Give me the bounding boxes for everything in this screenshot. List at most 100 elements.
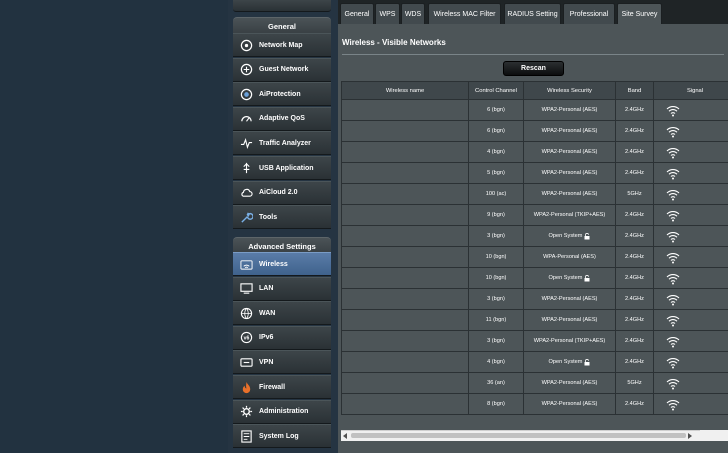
cell-band: 2.4GHz xyxy=(615,204,654,226)
cell-band-text: 2.4GHz xyxy=(625,170,644,176)
table-row[interactable]: 3 (bgn) WPA2-Personal (TKIP+AES) 2.4GHz xyxy=(341,330,728,352)
horizontal-scrollbar[interactable] xyxy=(341,430,728,441)
table-row[interactable]: 8 (bgn) WPA2-Personal (AES) 2.4GHz xyxy=(341,393,728,415)
cell-wireless-name xyxy=(341,330,469,352)
usb-icon xyxy=(239,161,253,175)
tab-wds[interactable]: WDS xyxy=(401,3,425,24)
sidebar-item-system-log[interactable]: System Log xyxy=(233,424,331,449)
sidebar-item-wireless[interactable]: Wireless xyxy=(233,252,331,276)
networks-table-container[interactable]: Wireless name Control Channel Wireless S… xyxy=(341,81,728,432)
table-row[interactable]: 3 (bgn) Open System 2.4GHz xyxy=(341,225,728,247)
cell-wireless-name xyxy=(341,246,469,268)
sidebar-item-adaptive-qos[interactable]: Adaptive QoS xyxy=(233,106,331,131)
cell-wireless-name xyxy=(341,351,469,373)
sidebar: General Network Map Guest Network AiProtec… xyxy=(233,0,331,453)
table-row[interactable]: 100 (ac) WPA2-Personal (AES) 5GHz xyxy=(341,183,728,205)
sidebar-item-label: System Log xyxy=(259,432,299,440)
table-row[interactable]: 5 (bgn) WPA2-Personal (AES) 2.4GHz xyxy=(341,162,728,184)
sidebar-item-label: Network Map xyxy=(259,41,303,49)
sidebar-item-network-map[interactable]: Network Map xyxy=(233,33,331,57)
cell-wireless-security: Open System xyxy=(523,225,616,247)
cell-signal xyxy=(653,225,728,247)
sidebar-item-vpn[interactable]: VPN xyxy=(233,350,331,375)
tools-icon xyxy=(239,210,253,224)
cell-wireless-security: WPA2-Personal (AES) xyxy=(523,162,616,184)
header-band[interactable]: Band xyxy=(615,81,654,100)
table-row[interactable]: 10 (bgn) Open System 2.4GHz xyxy=(341,267,728,289)
table-row[interactable]: 36 (an) WPA2-Personal (AES) 5GHz xyxy=(341,372,728,394)
tab-radius-setting[interactable]: RADIUS Setting xyxy=(504,3,561,24)
cell-band: 2.4GHz xyxy=(615,99,654,121)
cell-signal xyxy=(653,141,728,163)
cell-wireless-security-text: WPA2-Personal (AES) xyxy=(541,191,598,197)
header-wireless-security[interactable]: Wireless Security xyxy=(523,81,616,100)
table-row[interactable]: 3 (bgn) WPA2-Personal (AES) 2.4GHz xyxy=(341,288,728,310)
sidebar-top-button[interactable] xyxy=(233,0,331,12)
cell-wireless-security: WPA2-Personal (AES) xyxy=(523,141,616,163)
table-row[interactable]: 4 (bgn) Open System 2.4GHz xyxy=(341,351,728,373)
signal-strength-icon xyxy=(666,210,680,221)
table-row[interactable]: 11 (bgn) WPA2-Personal (AES) 2.4GHz xyxy=(341,309,728,331)
tab-wps[interactable]: WPS xyxy=(375,3,400,24)
cell-wireless-security-text: WPA2-Personal (AES) xyxy=(541,128,598,134)
scrollbar-thumb[interactable] xyxy=(351,433,686,438)
cell-control-channel: 11 (bgn) xyxy=(468,309,524,331)
tab-professional[interactable]: Professional xyxy=(563,3,615,24)
cell-wireless-security: WPA2-Personal (AES) xyxy=(523,309,616,331)
sidebar-item-firewall[interactable]: Firewall xyxy=(233,375,331,399)
header-wireless-name[interactable]: Wireless name xyxy=(341,81,469,100)
ipv6-icon: v6 xyxy=(239,331,253,345)
cell-control-channel: 100 (ac) xyxy=(468,183,524,205)
cell-signal xyxy=(653,120,728,142)
cell-control-channel-text: 5 (bgn) xyxy=(487,170,505,176)
sidebar-item-aiprotection[interactable]: AiProtection xyxy=(233,82,331,107)
cell-wireless-security-text: WPA2-Personal (AES) xyxy=(541,401,598,407)
table-row[interactable]: 10 (bgn) WPA-Personal (AES) 2.4GHz xyxy=(341,246,728,268)
tab-wireless-mac-filter[interactable]: Wireless MAC Filter xyxy=(428,3,501,24)
sidebar-item-administration[interactable]: Administration xyxy=(233,399,331,424)
scroll-right-icon[interactable] xyxy=(688,433,692,439)
cell-band-text: 2.4GHz xyxy=(625,338,644,344)
tab-general[interactable]: General xyxy=(340,3,374,24)
sidebar-item-guest-network[interactable]: Guest Network xyxy=(233,57,331,82)
cell-signal xyxy=(653,267,728,289)
cell-wireless-security: WPA2-Personal (TKIP+AES) xyxy=(523,204,616,226)
table-row[interactable]: 4 (bgn) WPA2-Personal (AES) 2.4GHz xyxy=(341,141,728,163)
cell-wireless-name xyxy=(341,393,469,415)
content-area: Wireless - Visible Networks Rescan Wirel… xyxy=(338,24,728,453)
table-row[interactable]: 6 (bgn) WPA2-Personal (AES) 2.4GHz xyxy=(341,99,728,121)
header-control-channel[interactable]: Control Channel xyxy=(468,81,524,100)
header-signal[interactable]: Signal xyxy=(653,81,728,100)
cell-control-channel-text: 8 (bgn) xyxy=(487,401,505,407)
scroll-left-icon[interactable] xyxy=(343,433,347,439)
sidebar-item-ipv6[interactable]: v6 IPv6 xyxy=(233,325,331,350)
cell-wireless-name xyxy=(341,288,469,310)
adaptive-qos-icon xyxy=(239,112,253,126)
wan-icon xyxy=(239,306,253,320)
cell-signal xyxy=(653,351,728,373)
sidebar-item-usb-application[interactable]: USB Application xyxy=(233,156,331,180)
main-panel: General WPS WDS Wireless MAC Filter RADIUS S… xyxy=(338,0,728,453)
signal-strength-icon xyxy=(666,315,680,326)
cell-control-channel-text: 3 (bgn) xyxy=(487,296,505,302)
sidebar-item-lan[interactable]: LAN xyxy=(233,276,331,301)
page-title: Wireless - Visible Networks xyxy=(342,38,446,47)
cell-signal xyxy=(653,99,728,121)
sidebar-item-aicloud-2-0[interactable]: AiCloud 2.0 xyxy=(233,180,331,205)
cell-control-channel: 6 (bgn) xyxy=(468,99,524,121)
rescan-button[interactable]: Rescan xyxy=(503,61,564,76)
network-map-icon xyxy=(239,38,253,52)
tab-site-survey[interactable]: Site Survey xyxy=(617,3,662,24)
sidebar-item-traffic-analyzer[interactable]: Traffic Analyzer xyxy=(233,131,331,156)
cell-signal xyxy=(653,183,728,205)
cell-signal xyxy=(653,162,728,184)
cell-control-channel-text: 3 (bgn) xyxy=(487,233,505,239)
signal-strength-icon xyxy=(666,336,680,347)
system-log-icon xyxy=(239,429,253,443)
sidebar-item-wan[interactable]: WAN xyxy=(233,301,331,326)
cell-signal xyxy=(653,309,728,331)
table-row[interactable]: 9 (bgn) WPA2-Personal (TKIP+AES) 2.4GHz xyxy=(341,204,728,226)
cell-band: 2.4GHz xyxy=(615,225,654,247)
table-row[interactable]: 6 (bgn) WPA2-Personal (AES) 2.4GHz xyxy=(341,120,728,142)
sidebar-item-tools[interactable]: Tools xyxy=(233,205,331,230)
